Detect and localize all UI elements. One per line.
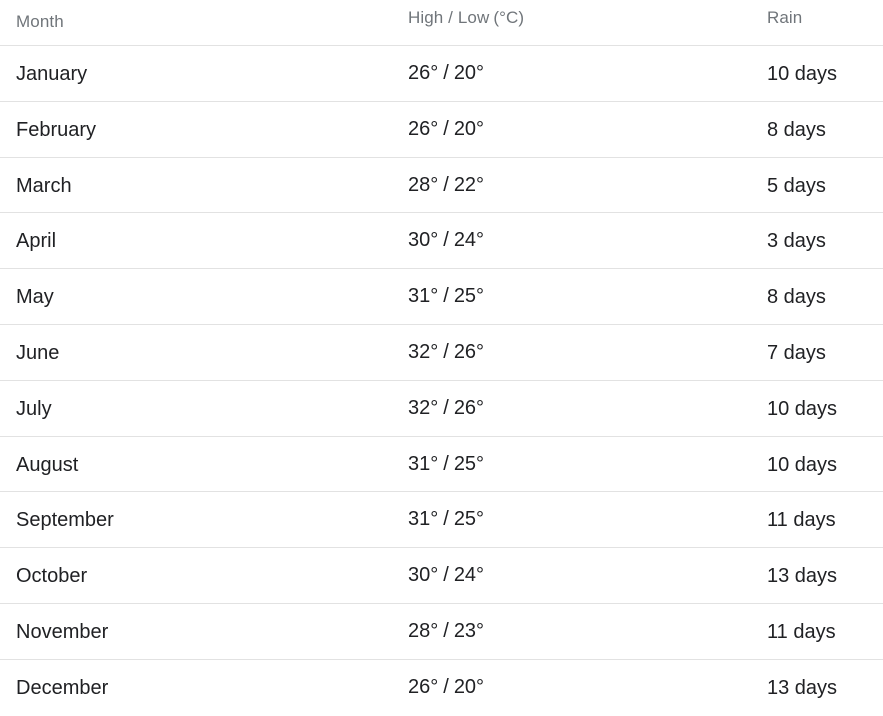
temp-cell: 31°/25° [408,508,484,531]
rain-cell: 10 days [767,63,838,85]
temp-cell: 32°/26° [408,397,484,420]
low-temp: 22° [453,173,485,196]
low-temp: 26° [453,396,485,419]
table-header-row: Month High / Low (°C) Rain [0,0,883,46]
temp-separator: / [443,452,449,475]
high-temp: 28° [408,619,439,642]
high-temp: 32° [408,340,439,363]
month-cell: April [16,230,57,253]
high-temp: 28° [408,173,439,196]
temp-cell: 28°/22° [408,174,484,197]
low-temp: 25° [453,285,485,308]
rain-cell: 13 days [767,565,838,588]
temp-separator: / [443,396,449,419]
rain-cell: 3 days [767,230,826,253]
month-cell: August [16,453,79,476]
high-temp: 31° [408,452,439,475]
table-row: February 26°/20° 8 days [0,102,883,158]
month-cell: July [16,397,52,420]
high-temp: 31° [408,285,439,308]
table-row: December 26°/20° 13 days [0,660,883,716]
temp-separator: / [443,340,449,363]
column-header-month: Month [16,12,64,31]
rain-cell: 11 days [767,509,836,532]
table-row: June 32°/26° 7 days [0,325,883,381]
rain-cell: 8 days [767,286,826,309]
temp-separator: / [443,229,449,252]
month-cell: October [16,565,88,588]
month-cell: June [16,341,60,364]
temp-separator: / [443,564,449,587]
table-row: November 28°/23° 11 days [0,604,883,660]
month-cell: September [16,509,114,532]
temp-separator: / [443,173,449,196]
high-temp: 26° [408,117,439,140]
table-row: July 32°/26° 10 days [0,381,883,437]
month-cell: November [16,620,109,643]
temp-cell: 30°/24° [408,564,484,587]
high-temp: 30° [408,229,439,252]
rain-cell: 7 days [767,341,826,364]
low-temp: 26° [453,340,485,363]
table-row: March 28°/22° 5 days [0,158,883,214]
column-header-high-low: High / Low (°C) [408,8,524,28]
month-cell: March [16,174,72,197]
temp-cell: 26°/20° [408,62,484,85]
low-temp: 20° [453,62,485,84]
temp-cell: 31°/25° [408,285,484,308]
rain-cell: 13 days [767,676,838,699]
column-header-rain: Rain [767,8,803,27]
table-row: April 30°/24° 3 days [0,213,883,270]
rain-cell: 10 days [767,453,838,476]
temp-cell: 28°/23° [408,620,484,643]
low-temp: 25° [453,452,485,475]
low-temp: 23° [453,619,485,642]
column-header-unit: (°C) [493,8,525,27]
climate-table: Month High / Low (°C) Rain January 26°/20… [0,0,883,710]
temp-cell: 31°/25° [408,453,484,476]
table-row: May 31°/25° 8 days [0,269,883,325]
low-temp: 25° [453,508,485,531]
table-row: September 31°/25° 11 days [0,492,883,549]
high-temp: 31° [408,508,439,531]
high-temp: 30° [408,564,439,587]
temp-separator: / [443,675,449,698]
month-cell: May [16,286,54,309]
month-cell: February [16,118,97,141]
temp-separator: / [443,285,449,308]
low-temp: 20° [453,675,485,698]
table-row: January 26°/20° 10 days [0,46,883,102]
temp-separator: / [443,117,449,140]
low-temp: 24° [453,229,485,252]
low-temp: 20° [453,117,485,140]
high-temp: 32° [408,396,439,419]
column-header-high-low-label: High / Low [408,8,490,27]
temp-cell: 26°/20° [408,676,484,699]
rain-cell: 5 days [767,174,826,197]
table-row: August 31°/25° 10 days [0,437,883,493]
month-cell: January [16,63,88,85]
month-cell: December [16,676,109,699]
table-row: October 30°/24° 13 days [0,548,883,604]
rain-cell: 8 days [767,118,826,141]
temp-cell: 32°/26° [408,341,484,364]
low-temp: 24° [453,564,485,587]
temp-cell: 30°/24° [408,229,484,252]
temp-separator: / [443,62,449,84]
rain-cell: 11 days [767,620,836,643]
temp-cell: 26°/20° [408,118,484,141]
rain-cell: 10 days [767,397,838,420]
temp-separator: / [443,508,449,531]
temp-separator: / [443,619,449,642]
high-temp: 26° [408,62,439,84]
high-temp: 26° [408,675,439,698]
